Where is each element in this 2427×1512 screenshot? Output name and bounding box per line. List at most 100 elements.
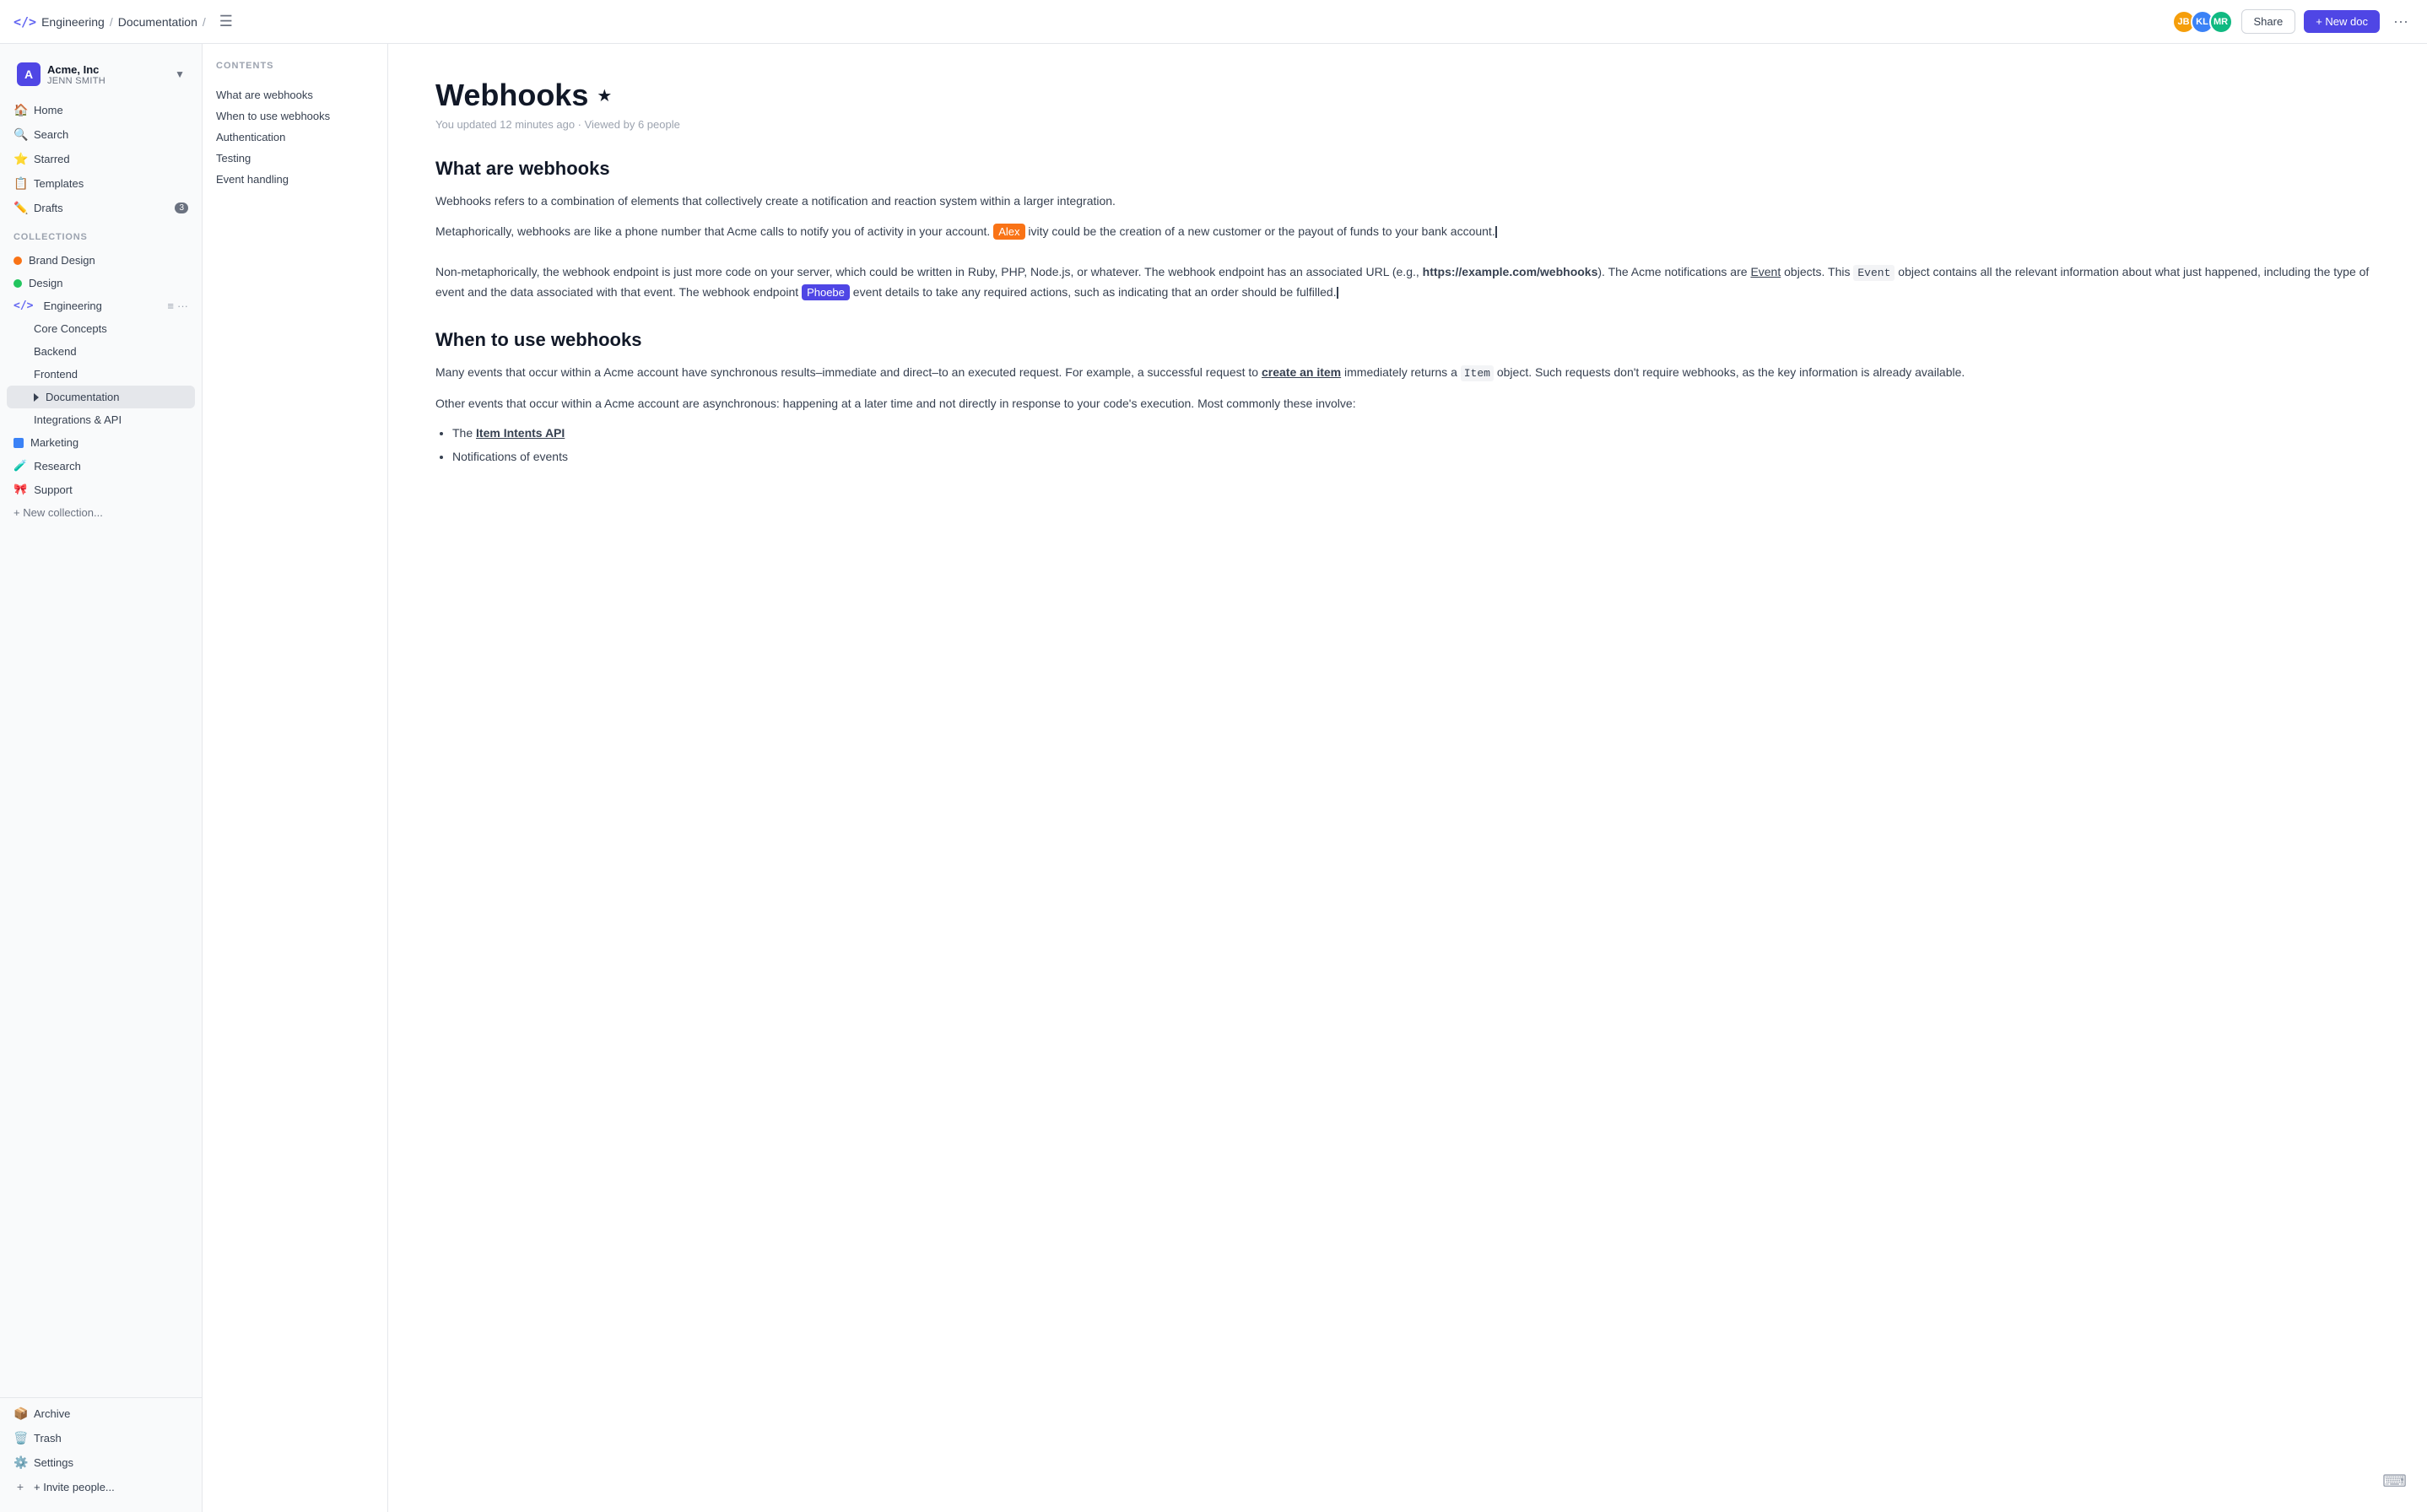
add-collection-label: + New collection... bbox=[14, 506, 103, 519]
sidebar-item-documentation[interactable]: Documentation bbox=[7, 386, 195, 408]
support-icon: 🎀 bbox=[14, 483, 27, 496]
sidebar-item-invite[interactable]: + + Invite people... bbox=[7, 1475, 195, 1498]
para-3: Non-metaphorically, the webhook endpoint… bbox=[435, 262, 2380, 303]
home-icon: 🏠 bbox=[14, 103, 27, 117]
section-what-are-webhooks: What are webhooks bbox=[435, 158, 2380, 180]
sidebar-item-archive-label: Archive bbox=[34, 1407, 70, 1420]
sidebar-item-settings-label: Settings bbox=[34, 1456, 73, 1469]
collaborator-avatars: JB KL MR bbox=[2172, 10, 2233, 34]
sidebar-item-marketing[interactable]: Marketing bbox=[7, 431, 195, 454]
new-doc-button[interactable]: + New doc bbox=[2304, 10, 2380, 33]
bullet-item-2: Notifications of events bbox=[452, 447, 2380, 467]
star-icon: ⭐ bbox=[14, 152, 27, 166]
sidebar-item-support[interactable]: 🎀 Support bbox=[7, 478, 195, 501]
sidebar-item-support-label: Support bbox=[34, 483, 73, 496]
sidebar-item-trash-label: Trash bbox=[34, 1432, 62, 1444]
sidebar-item-settings[interactable]: ⚙️ Settings bbox=[7, 1450, 195, 1475]
doc-title: Webhooks bbox=[435, 78, 588, 113]
bullet-list: The Item Intents API Notifications of ev… bbox=[435, 424, 2380, 467]
sidebar-item-home-label: Home bbox=[34, 104, 63, 116]
phoebe-highlight: Phoebe bbox=[802, 284, 850, 300]
settings-icon: ⚙️ bbox=[14, 1455, 27, 1470]
item-intents-link[interactable]: Item Intents API bbox=[476, 426, 565, 440]
section-when-to-use: When to use webhooks bbox=[435, 329, 2380, 351]
sidebar-item-design-label: Design bbox=[29, 277, 62, 289]
sidebar-item-search[interactable]: 🔍 Search bbox=[7, 122, 195, 147]
sidebar-item-frontend-label: Frontend bbox=[34, 368, 78, 381]
sidebar-item-templates-label: Templates bbox=[34, 177, 84, 190]
sidebar-item-integrations[interactable]: Integrations & API bbox=[7, 408, 195, 431]
sidebar-item-brand-design-label: Brand Design bbox=[29, 254, 95, 267]
breadcrumb: </> Engineering / Documentation / bbox=[14, 14, 206, 30]
para-1: Webhooks refers to a combination of elem… bbox=[435, 192, 2380, 212]
drafts-badge: 3 bbox=[175, 202, 188, 213]
sidebar-item-drafts[interactable]: ✏️ Drafts 3 bbox=[7, 196, 195, 220]
hamburger-icon[interactable]: ☰ bbox=[219, 13, 233, 30]
sidebar-item-templates[interactable]: 📋 Templates bbox=[7, 171, 195, 196]
more-options-button[interactable]: ··· bbox=[2388, 9, 2413, 34]
engineering-code-icon: </> bbox=[14, 300, 33, 312]
dots-icon[interactable]: ··· bbox=[177, 300, 188, 312]
doc-active-indicator: Documentation bbox=[34, 391, 119, 403]
doc-star-icon[interactable]: ★ bbox=[597, 85, 612, 106]
breadcrumb-separator: / bbox=[110, 15, 113, 29]
sidebar-item-frontend[interactable]: Frontend bbox=[7, 363, 195, 386]
avatar-3: MR bbox=[2209, 10, 2233, 34]
collections-label: COLLECTIONS bbox=[0, 224, 202, 246]
sidebar-top: A Acme, Inc JENN SMITH ▼ bbox=[0, 51, 202, 94]
sidebar-item-research-label: Research bbox=[34, 460, 81, 472]
add-collection-button[interactable]: + New collection... bbox=[7, 501, 195, 524]
toc-item-when-to-use[interactable]: When to use webhooks bbox=[216, 105, 374, 127]
event-code-1: Event bbox=[1853, 265, 1895, 281]
header-left: </> Engineering / Documentation / ☰ bbox=[14, 13, 233, 30]
sidebar-item-core-concepts[interactable]: Core Concepts bbox=[7, 317, 195, 340]
chevron-down-icon: ▼ bbox=[175, 68, 185, 80]
toc-item-event-handling[interactable]: Event handling bbox=[216, 169, 374, 190]
sidebar-item-documentation-label: Documentation bbox=[46, 391, 119, 403]
sidebar-item-drafts-label: Drafts bbox=[34, 202, 63, 214]
alex-highlight: Alex bbox=[993, 224, 1024, 240]
create-an-item-link[interactable]: create an item bbox=[1262, 365, 1341, 379]
sidebar-item-marketing-label: Marketing bbox=[30, 436, 78, 449]
sidebar-item-brand-design[interactable]: Brand Design bbox=[7, 249, 195, 272]
text-cursor-1 bbox=[1495, 226, 1497, 238]
engineering-actions: ≡ ··· bbox=[167, 300, 188, 312]
toc-title: CONTENTS bbox=[216, 61, 374, 71]
invite-icon: + bbox=[14, 1480, 27, 1493]
breadcrumb-documentation[interactable]: Documentation bbox=[118, 15, 197, 29]
sidebar-item-invite-label: + Invite people... bbox=[34, 1481, 115, 1493]
archive-icon: 📦 bbox=[14, 1407, 27, 1421]
sidebar-item-search-label: Search bbox=[34, 128, 68, 141]
content-area: Webhooks ★ You updated 12 minutes ago · … bbox=[388, 44, 2427, 1512]
para-5: Other events that occur within a Acme ac… bbox=[435, 394, 2380, 414]
sidebar-item-trash[interactable]: 🗑️ Trash bbox=[7, 1426, 195, 1450]
sidebar: A Acme, Inc JENN SMITH ▼ 🏠 Home 🔍 Search… bbox=[0, 44, 203, 1512]
org-user: JENN SMITH bbox=[47, 76, 168, 86]
toc-panel: CONTENTS What are webhooks When to use w… bbox=[203, 44, 388, 1512]
sidebar-item-integrations-label: Integrations & API bbox=[34, 413, 122, 426]
brand-design-dot bbox=[14, 256, 22, 265]
sidebar-item-design[interactable]: Design bbox=[7, 272, 195, 294]
org-name: Acme, Inc bbox=[47, 63, 168, 76]
sidebar-item-engineering[interactable]: </> Engineering ≡ ··· bbox=[7, 294, 195, 317]
toc-item-what-are-webhooks[interactable]: What are webhooks bbox=[216, 84, 374, 105]
list-icon[interactable]: ≡ bbox=[167, 300, 174, 312]
org-header[interactable]: A Acme, Inc JENN SMITH ▼ bbox=[10, 57, 192, 91]
toc-item-authentication[interactable]: Authentication bbox=[216, 127, 374, 148]
share-button[interactable]: Share bbox=[2241, 9, 2296, 34]
sidebar-item-backend[interactable]: Backend bbox=[7, 340, 195, 363]
sidebar-item-backend-label: Backend bbox=[34, 345, 77, 358]
sidebar-item-research[interactable]: 🧪 Research bbox=[7, 454, 195, 478]
triangle-icon bbox=[34, 393, 39, 402]
sidebar-item-home[interactable]: 🏠 Home bbox=[7, 98, 195, 122]
event-link[interactable]: Event bbox=[1750, 265, 1781, 278]
top-header: </> Engineering / Documentation / ☰ JB K… bbox=[0, 0, 2427, 44]
sidebar-item-archive[interactable]: 📦 Archive bbox=[7, 1401, 195, 1426]
collections-nav: Brand Design Design </> Engineering ≡ ··… bbox=[0, 246, 202, 527]
toc-item-testing[interactable]: Testing bbox=[216, 148, 374, 169]
sidebar-nav: 🏠 Home 🔍 Search ⭐ Starred 📋 Templates ✏️… bbox=[0, 94, 202, 224]
para-2: Metaphorically, webhooks are like a phon… bbox=[435, 222, 2380, 242]
sidebar-item-starred[interactable]: ⭐ Starred bbox=[7, 147, 195, 171]
breadcrumb-engineering[interactable]: Engineering bbox=[41, 15, 105, 29]
trash-icon: 🗑️ bbox=[14, 1431, 27, 1445]
